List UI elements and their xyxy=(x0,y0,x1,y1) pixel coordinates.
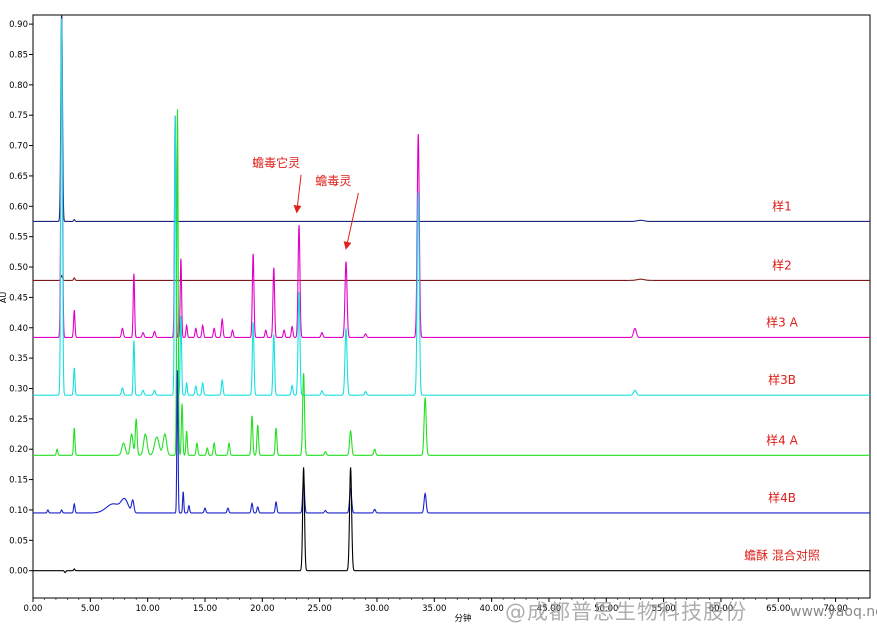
y-tick-label: 0.05 xyxy=(9,536,28,546)
y-tick-label: 0.35 xyxy=(9,354,28,364)
y-tick-label: 0.65 xyxy=(9,172,28,182)
series-label-2: 样2 xyxy=(772,257,792,272)
y-tick-label: 0.10 xyxy=(9,506,28,516)
x-axis-label: 分钟 xyxy=(454,613,471,624)
y-tick-label: 0.70 xyxy=(9,142,28,152)
y-tick-label: 0.00 xyxy=(9,567,28,577)
watermark-text: @成都普思生物科技股份 xyxy=(505,600,747,624)
series-trace-4 xyxy=(33,18,870,396)
y-tick-label: 0.85 xyxy=(9,50,28,60)
x-tick-label: 15.00 xyxy=(193,604,217,614)
y-tick-label: 0.15 xyxy=(9,476,28,486)
x-tick-label: 0.00 xyxy=(24,604,43,614)
y-tick-label: 0.20 xyxy=(9,445,28,455)
series-trace-1 xyxy=(33,14,870,223)
y-tick-label: 0.30 xyxy=(9,384,28,394)
x-tick-label: 35.00 xyxy=(422,604,446,614)
y-tick-label: 0.40 xyxy=(9,324,28,334)
y-tick-label: 0.80 xyxy=(9,81,28,91)
y-tick-label: 0.60 xyxy=(9,202,28,212)
y-tick-label: 0.90 xyxy=(9,20,28,30)
series-label-3: 样3 A xyxy=(766,314,798,329)
y-tick-label: 0.55 xyxy=(9,233,28,243)
x-tick-label: 10.00 xyxy=(135,604,159,614)
y-tick-label: 0.50 xyxy=(9,263,28,273)
y-tick-label: 0.25 xyxy=(9,415,28,425)
annotation-arrow-2 xyxy=(343,192,359,250)
series-trace-5 xyxy=(33,109,870,456)
x-tick-label: 40.00 xyxy=(479,604,503,614)
x-tick-label: 30.00 xyxy=(365,604,389,614)
series-label-7: 蟾酥 混合对照 xyxy=(744,548,820,563)
series-trace-2 xyxy=(33,274,870,281)
series-label-4: 样3B xyxy=(768,372,796,387)
annotation-label-2: 蟾毒灵 xyxy=(315,174,351,188)
y-tick-label: 0.75 xyxy=(9,111,28,121)
watermark-site: www.yaoq.net xyxy=(790,604,877,620)
x-tick-label: 20.00 xyxy=(250,604,274,614)
series-label-6: 样4B xyxy=(768,490,796,505)
annotation-label-1: 蟾毒它灵 xyxy=(252,155,300,170)
y-axis-label: AU xyxy=(0,292,8,303)
chart-svg: 0.00 0.05 0.10 0.15 0.20 0.25 0.30 0.35 0.40 0.45… xyxy=(0,14,871,624)
chromatogram-chart: 0.00 0.05 0.10 0.15 0.20 0.25 0.30 0.35 0.40 0.45… xyxy=(0,0,877,630)
series-label-1: 样1 xyxy=(772,198,792,213)
x-tick-label: 5.00 xyxy=(81,604,100,614)
series-label-5: 样4 A xyxy=(766,432,798,447)
annotation-arrow-1 xyxy=(293,174,302,214)
plot-frame xyxy=(32,14,871,599)
series-trace-3 xyxy=(33,18,870,339)
x-tick-label: 25.00 xyxy=(307,604,331,614)
y-tick-label: 0.45 xyxy=(9,293,28,303)
x-tick-label: 65.00 xyxy=(766,604,790,614)
